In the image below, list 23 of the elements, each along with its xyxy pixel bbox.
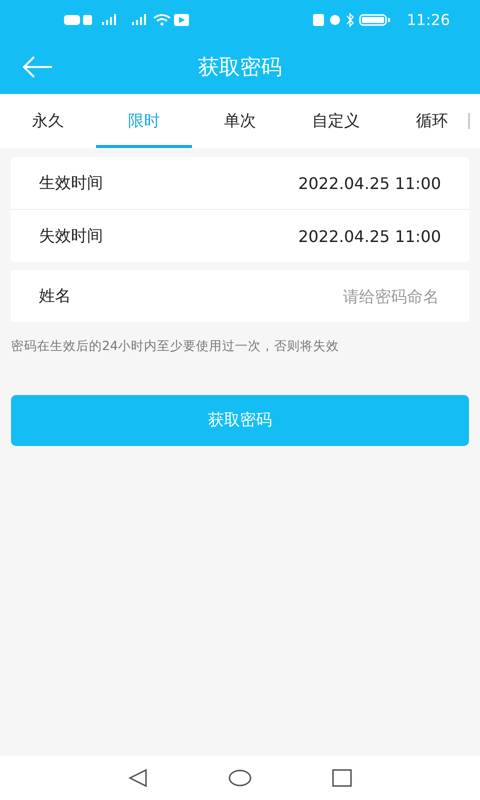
tab[interactable]: 自定义 bbox=[288, 94, 384, 148]
back-nav-icon[interactable] bbox=[128, 769, 148, 787]
recents-nav-icon[interactable] bbox=[332, 769, 352, 787]
tab[interactable]: 单次 bbox=[192, 94, 288, 148]
tab[interactable]: 永久 bbox=[0, 94, 96, 148]
play-icon bbox=[174, 14, 189, 26]
row-label: 生效时间 bbox=[39, 172, 103, 194]
page-title: 获取密码 bbox=[198, 54, 282, 81]
time-value[interactable]: 2022.04.25 11:00 bbox=[298, 174, 441, 192]
row-label: 姓名 bbox=[39, 286, 71, 306]
battery-icon bbox=[359, 14, 390, 26]
signal-icon bbox=[102, 14, 116, 25]
name-input-field[interactable]: 请给密码命名 bbox=[71, 286, 441, 306]
signal-icon bbox=[132, 14, 146, 25]
bluetooth-icon bbox=[346, 13, 354, 27]
row-label: 失效时间 bbox=[39, 226, 103, 246]
tab[interactable]: 循环 bbox=[384, 94, 480, 148]
status-time: 11:26 bbox=[406, 11, 450, 29]
home-nav-icon[interactable] bbox=[228, 769, 252, 787]
hint-text: 密码在生效后的24小时内至少要使用过一次，否则将失效 bbox=[11, 338, 340, 355]
wifi-icon bbox=[153, 14, 171, 26]
time-value[interactable]: 2022.04.25 11:00 bbox=[298, 226, 441, 246]
name-field[interactable]: 姓名 请给密码命名 bbox=[11, 270, 469, 322]
